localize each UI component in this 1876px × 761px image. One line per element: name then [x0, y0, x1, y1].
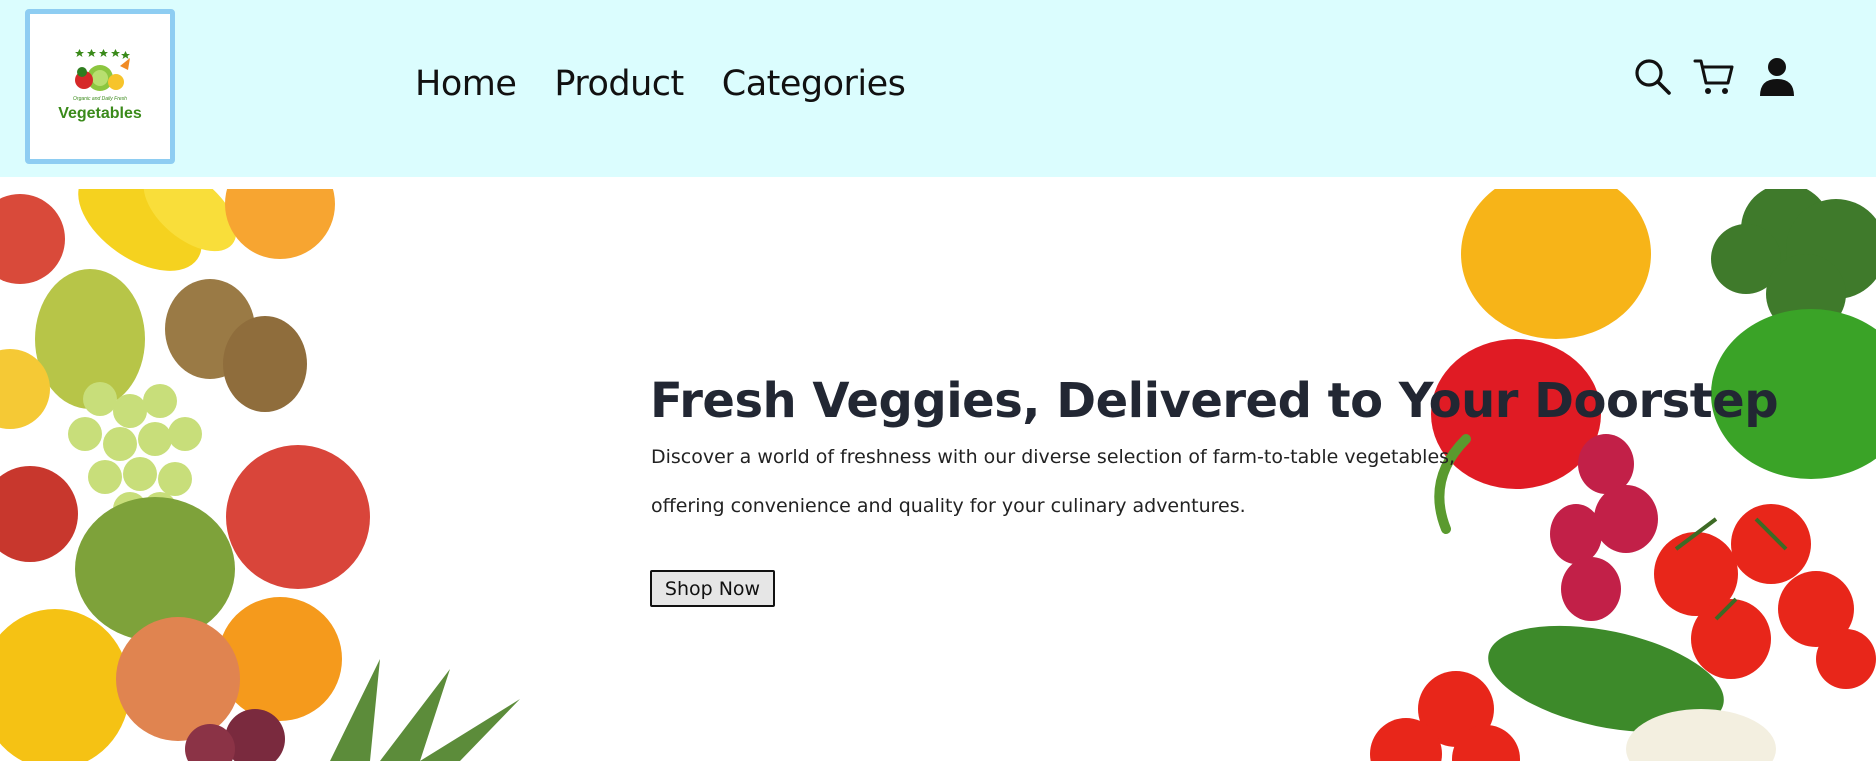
- vegetables-image: [1370, 189, 1876, 761]
- nav-home[interactable]: Home: [415, 64, 517, 104]
- user-icon: [1760, 58, 1794, 96]
- nav-product[interactable]: Product: [554, 64, 684, 104]
- hero-description-line-1: Discover a world of freshness with our d…: [651, 446, 1456, 468]
- brand-name: Vegetables: [58, 105, 142, 122]
- account-button[interactable]: [1756, 56, 1798, 98]
- brand-tagline: Organic and Daily Fresh: [73, 96, 127, 102]
- search-button[interactable]: [1632, 56, 1674, 98]
- vegetable-basket-icon: [75, 49, 130, 91]
- shop-now-button[interactable]: Shop Now: [650, 570, 775, 607]
- hero-title: Fresh Veggies, Delivered to Your Doorste…: [650, 373, 1779, 429]
- fruit-image: [0, 189, 520, 761]
- hero-description-line-2: offering convenience and quality for you…: [651, 495, 1246, 517]
- nav-categories[interactable]: Categories: [722, 64, 906, 104]
- search-icon: [1635, 59, 1671, 95]
- brand-logo[interactable]: Organic and Daily Fresh Vegetables: [25, 9, 175, 164]
- hero-banner: Fresh Veggies, Delivered to Your Doorste…: [0, 189, 1876, 761]
- main-nav: Home Product Categories: [415, 64, 906, 104]
- cart-button[interactable]: [1693, 56, 1735, 98]
- site-header: Organic and Daily Fresh Vegetables Home …: [0, 0, 1876, 177]
- cart-icon: [1693, 59, 1734, 94]
